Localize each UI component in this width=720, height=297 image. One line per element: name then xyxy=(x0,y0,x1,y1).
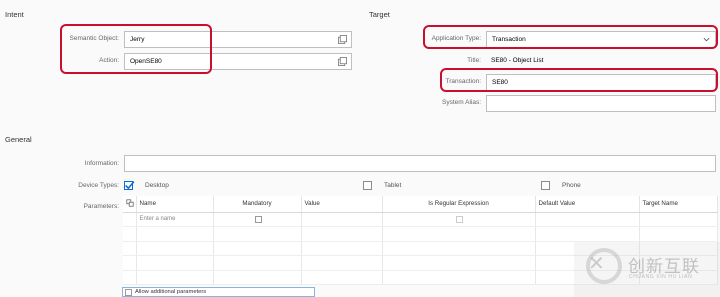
action-label: Action: xyxy=(99,57,119,64)
semantic-object-value: Jerry xyxy=(130,36,145,43)
regex-checkbox[interactable] xyxy=(455,215,463,223)
transaction-label: Transaction: xyxy=(445,78,481,85)
allow-additional-parameters-row[interactable]: Allow additional parameters xyxy=(122,287,315,297)
system-alias-field[interactable] xyxy=(486,95,716,112)
table-row xyxy=(123,226,718,242)
table-settings-icon[interactable] xyxy=(126,199,134,207)
checkmark-icon xyxy=(125,181,135,190)
allow-additional-parameters-checkbox[interactable] xyxy=(125,289,132,296)
desktop-label: Desktop xyxy=(145,182,169,189)
application-type-select[interactable]: Transaction xyxy=(486,31,716,48)
table-row: Enter a name xyxy=(123,212,718,227)
phone-label: Phone xyxy=(562,182,581,189)
parameters-label: Parameters: xyxy=(83,203,119,210)
tablet-checkbox[interactable] xyxy=(363,181,372,190)
column-header-name: Name xyxy=(136,196,214,213)
transaction-field[interactable]: SE80 xyxy=(486,74,716,91)
name-placeholder: Enter a name xyxy=(139,216,176,223)
system-alias-label: System Alias: xyxy=(441,99,481,106)
watermark: ✕ 创新互联 CHUANG XIN HU LIAN xyxy=(574,242,720,297)
mandatory-cell xyxy=(213,212,302,227)
default-value-input[interactable] xyxy=(535,212,640,227)
application-type-label: Application Type: xyxy=(431,35,481,42)
column-header-is-regular-expression: Is Regular Expression xyxy=(382,196,536,213)
application-type-value: Transaction xyxy=(492,36,526,43)
table-settings-header[interactable] xyxy=(123,196,137,213)
transaction-value: SE80 xyxy=(492,79,508,86)
allow-additional-parameters-label: Allow additional parameters xyxy=(135,289,207,295)
phone-checkbox[interactable] xyxy=(541,181,550,190)
intent-section-title: Intent xyxy=(5,10,24,19)
name-input[interactable]: Enter a name xyxy=(136,212,214,227)
table-header-row: Name Mandatory Value Is Regular Expressi… xyxy=(123,196,718,213)
value-input[interactable] xyxy=(301,212,383,227)
information-field[interactable] xyxy=(124,155,716,172)
watermark-subtext: CHUANG XIN HU LIAN xyxy=(629,274,693,280)
desktop-checkbox[interactable] xyxy=(124,181,135,190)
general-section-title: General xyxy=(5,135,32,144)
column-header-value: Value xyxy=(301,196,383,213)
tablet-label: Tablet xyxy=(384,182,402,189)
device-types-label: Device Types: xyxy=(78,182,119,189)
title-value: SE80 - Object List xyxy=(491,57,544,64)
target-name-input[interactable] xyxy=(639,212,718,227)
mandatory-checkbox[interactable] xyxy=(254,215,262,223)
semantic-object-field[interactable]: Jerry xyxy=(124,31,352,48)
value-help-icon[interactable] xyxy=(338,57,347,66)
action-value: OpenSE80 xyxy=(130,58,162,65)
watermark-logo-mark: ✕ xyxy=(588,251,605,275)
action-field[interactable]: OpenSE80 xyxy=(124,53,352,70)
chevron-down-icon[interactable] xyxy=(703,36,710,43)
value-help-icon[interactable] xyxy=(338,35,347,44)
semantic-object-label: Semantic Object: xyxy=(69,35,120,42)
title-label: Title: xyxy=(467,57,481,64)
column-header-target-name: Target Name xyxy=(639,196,718,213)
regex-cell xyxy=(382,212,536,227)
target-section-title: Target xyxy=(369,10,390,19)
column-header-mandatory: Mandatory xyxy=(213,196,302,213)
information-label: Information: xyxy=(84,160,119,167)
column-header-default-value: Default Value xyxy=(535,196,640,213)
